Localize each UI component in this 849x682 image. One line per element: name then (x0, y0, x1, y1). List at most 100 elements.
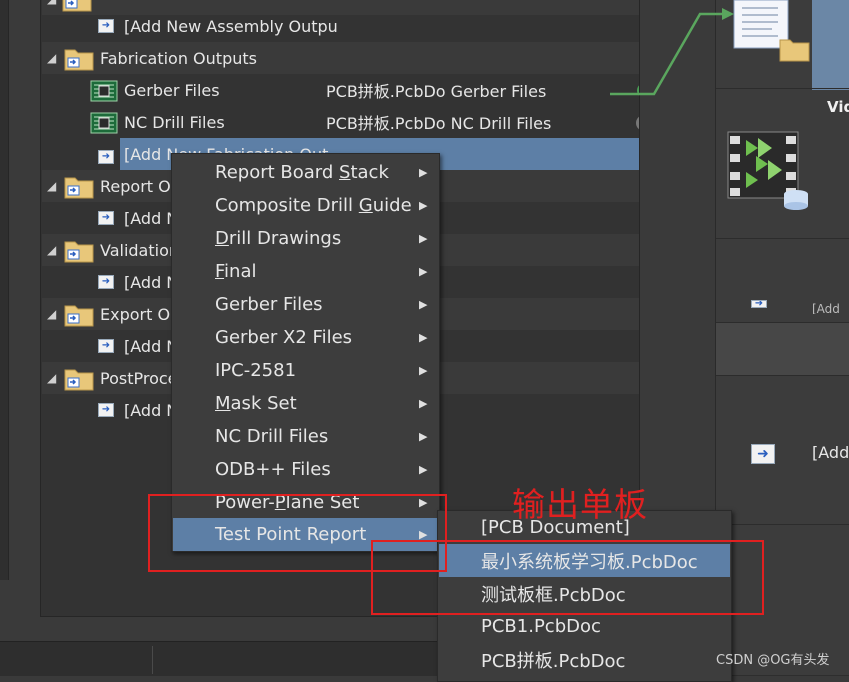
menu-item-mask-set[interactable]: Mask Set ▶ (173, 387, 438, 420)
accel-key: G (358, 195, 373, 216)
submenu-arrow-icon: ▶ (419, 232, 428, 245)
menu-item-label: Composite Drill Guide (215, 195, 412, 216)
connection-dot[interactable] (636, 115, 639, 131)
media-thumbnail[interactable] (812, 0, 849, 90)
tree-row-label: NC Drill Files (124, 112, 225, 132)
accel-key: D (215, 228, 229, 249)
label-part: inal (224, 261, 257, 282)
tree-row-add-assembly[interactable]: ➜ [Add New Assembly Outpu (42, 10, 639, 42)
collapse-triangle-icon[interactable]: ◢ (47, 307, 56, 321)
tree-row-nc-drill-files[interactable]: NC Drill Files PCB拼板.PcbDo NC Drill File… (42, 106, 639, 138)
label-part: Gerber X2 Files (215, 327, 353, 348)
gerber-board-icon (90, 80, 118, 102)
connector-line (610, 8, 734, 96)
collapse-triangle-icon[interactable]: ◢ (47, 371, 56, 385)
submenu-arrow-icon: ▶ (419, 430, 428, 443)
tree-row-label: Fabrication Outputs (100, 48, 257, 68)
add-output-icon[interactable]: ➜ (751, 444, 775, 464)
label-part: Composite Drill (215, 195, 359, 216)
submenu-arrow-icon: ▶ (419, 199, 428, 212)
add-output-icon: ➜ (751, 300, 767, 308)
right-add-partial: [Add (812, 302, 840, 314)
tree-row-document: PCB拼板.PcbDo Gerber Files (326, 82, 547, 101)
document-icon (733, 0, 810, 62)
submenu-arrow-icon: ▶ (419, 331, 428, 344)
folder-icon (64, 177, 94, 199)
menu-item-label: Final (215, 261, 257, 282)
tree-row-document: PCB拼板.PcbDo NC Drill Files (326, 114, 552, 133)
tree-row-label: Report O (100, 176, 171, 196)
submenu-arrow-icon: ▶ (419, 265, 428, 278)
add-output-icon: ➜ (98, 339, 114, 353)
tree-row-label: [Add New Assembly Outpu (124, 16, 338, 36)
tree-row-gerber-files[interactable]: Gerber Files PCB拼板.PcbDo Gerber Files 1 (42, 74, 639, 106)
menu-item-label: Gerber Files (215, 294, 323, 315)
tree-row-label: PostProce (100, 368, 178, 388)
submenu-arrow-icon: ▶ (419, 463, 428, 476)
folder-icon (64, 241, 94, 263)
tree-row-label: Export Ou (100, 304, 181, 324)
menu-item-label: NC Drill Files (215, 426, 328, 447)
status-divider (152, 646, 153, 674)
menu-item-label: ODB++ Files (215, 459, 331, 480)
collapse-triangle-icon[interactable]: ◢ (47, 51, 56, 65)
add-output-icon: ➜ (98, 403, 114, 417)
annotation-box-boards (371, 540, 764, 615)
label-part: NC Drill Files (215, 426, 329, 447)
menu-item-composite-drill-guide[interactable]: Composite Drill Guide ▶ (173, 189, 438, 222)
watermark: CSDN @OG有头发 (716, 653, 830, 668)
label-part: IPC-2581 (215, 360, 297, 381)
add-output-icon: ➜ (98, 275, 114, 289)
submenu-item-label: PCB1.PcbDoc (481, 616, 601, 637)
label-part: rill Drawings (228, 228, 342, 249)
menu-item-odb-files[interactable]: ODB++ Files ▶ (173, 453, 438, 486)
label-part: ask Set (230, 393, 297, 414)
submenu-arrow-icon: ▶ (419, 298, 428, 311)
accel-key: M (215, 393, 231, 414)
menu-item-ipc-2581[interactable]: IPC-2581 ▶ (173, 354, 438, 387)
tree-row-fabrication-outputs[interactable]: ◢ Fabrication Outputs (42, 42, 639, 74)
menu-item-gerber-files[interactable]: Gerber Files ▶ (173, 288, 438, 321)
menu-item-nc-drill-files[interactable]: NC Drill Files ▶ (173, 420, 438, 453)
context-menu: Report Board Stack ▶ Composite Drill Guid… (171, 153, 440, 552)
gerber-board-icon (90, 112, 118, 134)
tree-row-label: Gerber Files (124, 80, 220, 100)
right-separator (716, 524, 849, 525)
menu-item-label: Mask Set (215, 393, 297, 414)
annotation-label: 输出单板 (512, 485, 648, 524)
menu-item-label: Report Board Stack (215, 162, 389, 183)
collapse-triangle-icon[interactable]: ◢ (47, 0, 56, 6)
collapse-triangle-icon[interactable]: ◢ (47, 243, 56, 257)
menu-item-final[interactable]: Final ▶ (173, 255, 438, 288)
label-part: uide (372, 195, 412, 216)
menu-item-label: Drill Drawings (215, 228, 341, 249)
tree-row-label: Validation (100, 240, 180, 260)
menu-item-label: IPC-2581 (215, 360, 296, 381)
folder-icon (64, 369, 94, 391)
menu-item-label: Gerber X2 Files (215, 327, 352, 348)
label-part: Gerber Files (215, 294, 323, 315)
video-media-icon (727, 131, 808, 210)
submenu-arrow-icon: ▶ (419, 364, 428, 377)
add-output-icon: ➜ (98, 211, 114, 225)
menu-item-drill-drawings[interactable]: Drill Drawings ▶ (173, 222, 438, 255)
right-panel-strip (716, 322, 849, 376)
accel-key: F (215, 261, 225, 282)
menu-item-gerber-x2-files[interactable]: Gerber X2 Files ▶ (173, 321, 438, 354)
submenu-item-pcb-panel[interactable]: PCB拼板.PcbDoc (439, 643, 730, 676)
folder-icon (64, 49, 94, 71)
right-add-label[interactable]: [Add (812, 443, 849, 462)
submenu-arrow-icon: ▶ (419, 166, 428, 179)
label-part: tack (350, 162, 389, 183)
folder-icon (64, 305, 94, 327)
right-separator (716, 238, 849, 239)
menu-item-report-board-stack[interactable]: Report Board Stack ▶ (173, 156, 438, 189)
collapse-triangle-icon[interactable]: ◢ (47, 179, 56, 193)
submenu-arrow-icon: ▶ (419, 397, 428, 410)
label-part: ODB++ Files (215, 459, 331, 480)
add-output-icon: ➜ (98, 150, 114, 164)
left-panel-strip (0, 0, 9, 580)
right-panel-label: Vid (827, 98, 849, 116)
label-part: Report Board (215, 162, 340, 183)
accel-key: S (339, 162, 351, 183)
